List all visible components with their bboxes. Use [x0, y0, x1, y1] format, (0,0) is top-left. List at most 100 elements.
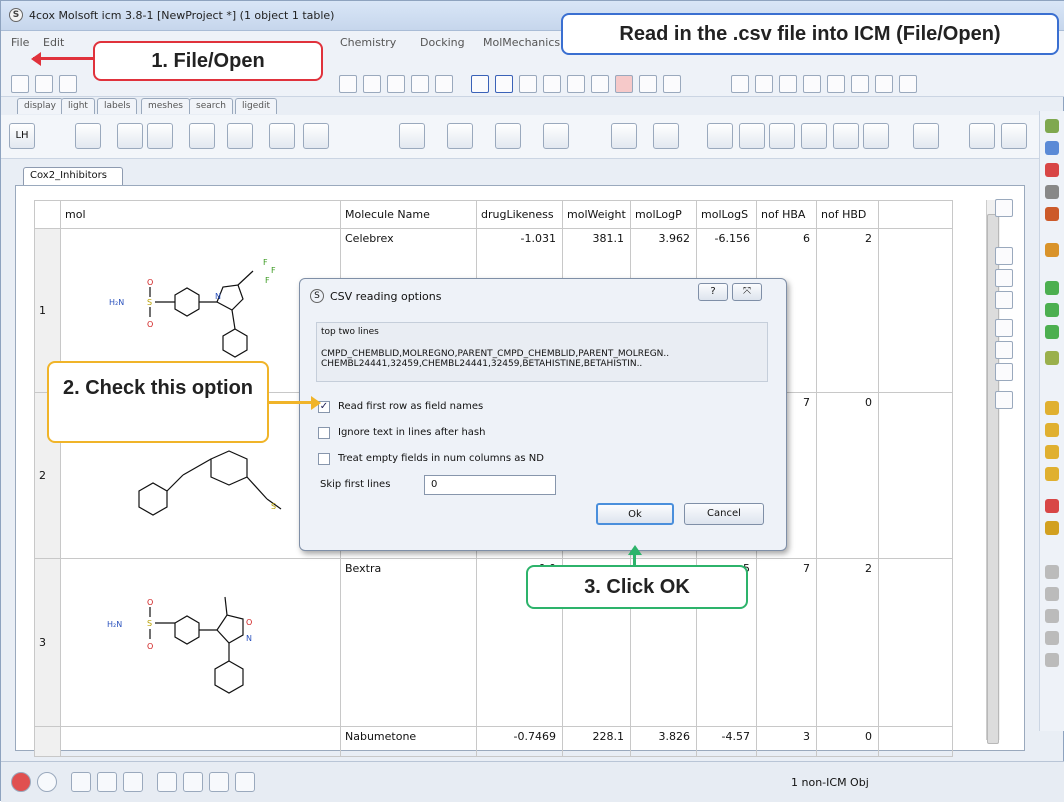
- open-folder-icon[interactable]: [35, 75, 53, 93]
- mouse-icon[interactable]: [209, 772, 229, 792]
- tool-icon[interactable]: [1045, 631, 1059, 645]
- table-row[interactable]: 3 H₂N S O O O N Bextra 0.0 5 7: [34, 558, 953, 727]
- rotate-icon[interactable]: [1045, 141, 1059, 155]
- menu-chemistry[interactable]: Chemistry: [340, 36, 396, 49]
- wire-icon[interactable]: [75, 123, 101, 149]
- tab-ligedit[interactable]: ligedit: [235, 98, 277, 114]
- table-icon[interactable]: [447, 123, 473, 149]
- settings-icon[interactable]: [1045, 119, 1059, 133]
- tab-display[interactable]: display: [17, 98, 63, 114]
- column-header[interactable]: molLogS: [696, 200, 757, 229]
- ball-icon[interactable]: [147, 123, 173, 149]
- table-row[interactable]: Nabumetone -0.7469 228.1 3.826 -4.57 3 0: [34, 726, 953, 757]
- tool-icon[interactable]: [339, 75, 357, 93]
- grid-icon[interactable]: [123, 772, 143, 792]
- cartoon-icon[interactable]: [269, 123, 295, 149]
- tab-meshes[interactable]: meshes: [141, 98, 190, 114]
- treat-empty-checkbox[interactable]: [318, 453, 330, 465]
- align-icon[interactable]: [851, 75, 869, 93]
- align-icon[interactable]: [731, 75, 749, 93]
- align-icon[interactable]: [803, 75, 821, 93]
- 3d-icon[interactable]: [707, 123, 733, 149]
- column-header[interactable]: drugLikeness: [476, 200, 563, 229]
- search-icon[interactable]: [235, 772, 255, 792]
- plot-icon[interactable]: [995, 391, 1013, 409]
- atom-icon[interactable]: [639, 75, 657, 93]
- torsion-icon[interactable]: [833, 123, 859, 149]
- swap-icon[interactable]: [995, 291, 1013, 309]
- grid-icon[interactable]: [543, 75, 561, 93]
- save-icon[interactable]: [59, 75, 77, 93]
- column-header[interactable]: molWeight: [562, 200, 631, 229]
- cell-mollogs[interactable]: -4.57: [696, 726, 757, 757]
- cell-hba[interactable]: 3: [756, 726, 817, 757]
- distance-icon[interactable]: [739, 123, 765, 149]
- cancel-button[interactable]: Cancel: [684, 503, 764, 525]
- measure-icon[interactable]: [769, 123, 795, 149]
- cell-druglikeness[interactable]: -0.7469: [476, 726, 563, 757]
- cell-hba[interactable]: 7: [756, 558, 817, 727]
- brace-icon[interactable]: [913, 123, 939, 149]
- close-button[interactable]: ⤧: [732, 283, 762, 301]
- cell-hbd[interactable]: 2: [816, 228, 879, 393]
- table-icon[interactable]: [995, 319, 1013, 337]
- window-icon[interactable]: [97, 772, 117, 792]
- globe-icon[interactable]: [37, 772, 57, 792]
- table-icon[interactable]: [399, 123, 425, 149]
- panel-icon[interactable]: [71, 772, 91, 792]
- tool-icon[interactable]: [1045, 351, 1059, 365]
- column-header[interactable]: molLogP: [630, 200, 697, 229]
- tool-icon[interactable]: [1045, 423, 1059, 437]
- move-icon[interactable]: [1045, 163, 1059, 177]
- surface-icon[interactable]: [189, 123, 215, 149]
- menu-file[interactable]: File: [11, 36, 29, 49]
- menu-docking[interactable]: Docking: [420, 36, 465, 49]
- grid-icon[interactable]: [611, 123, 637, 149]
- lock-icon[interactable]: [1045, 521, 1059, 535]
- undo-icon[interactable]: [1001, 123, 1027, 149]
- fib-icon[interactable]: [471, 75, 489, 93]
- align-icon[interactable]: [755, 75, 773, 93]
- gear-icon[interactable]: [157, 772, 177, 792]
- table-icon[interactable]: [995, 341, 1013, 359]
- column-header[interactable]: mol: [60, 200, 341, 229]
- pencil-icon[interactable]: [995, 247, 1013, 265]
- tool-icon[interactable]: [1045, 587, 1059, 601]
- stop-icon[interactable]: [11, 772, 31, 792]
- table-icon[interactable]: [543, 123, 569, 149]
- new-file-icon[interactable]: [11, 75, 29, 93]
- column-header[interactable]: nof HBA: [756, 200, 817, 229]
- cell-hbd[interactable]: 0: [816, 726, 879, 757]
- cell-hbd[interactable]: 2: [816, 558, 879, 727]
- skin-icon[interactable]: [303, 123, 329, 149]
- chart-icon[interactable]: [863, 123, 889, 149]
- filter-icon[interactable]: [995, 199, 1013, 217]
- column-header[interactable]: nof HBD: [816, 200, 879, 229]
- tool-icon[interactable]: [1045, 467, 1059, 481]
- angle-icon[interactable]: [801, 123, 827, 149]
- table-icon[interactable]: [495, 123, 521, 149]
- tool-icon[interactable]: [387, 75, 405, 93]
- align-icon[interactable]: [779, 75, 797, 93]
- menu-molmechanics[interactable]: MolMechanics: [483, 36, 560, 49]
- select-icon[interactable]: [495, 75, 513, 93]
- menu-edit[interactable]: Edit: [43, 36, 64, 49]
- ignore-hash-checkbox[interactable]: [318, 427, 330, 439]
- tool-icon[interactable]: [1045, 565, 1059, 579]
- molecule-icon[interactable]: [519, 75, 537, 93]
- hand-icon[interactable]: [1045, 653, 1059, 667]
- tool-icon[interactable]: [1045, 499, 1059, 513]
- align-icon[interactable]: [875, 75, 893, 93]
- help-button[interactable]: ?: [698, 283, 728, 301]
- tool-icon[interactable]: [1045, 281, 1059, 295]
- ribbon-icon[interactable]: [227, 123, 253, 149]
- tool-icon[interactable]: [411, 75, 429, 93]
- tab-search[interactable]: search: [189, 98, 233, 114]
- save-icon[interactable]: [969, 123, 995, 149]
- column-header[interactable]: Molecule Name: [340, 200, 477, 229]
- lh-icon[interactable]: LH: [9, 123, 35, 149]
- tool-icon[interactable]: [1045, 445, 1059, 459]
- copy-icon[interactable]: [567, 75, 585, 93]
- tool-icon[interactable]: [1045, 401, 1059, 415]
- tab-cox2-inhibitors[interactable]: Cox2_Inhibitors: [23, 167, 123, 185]
